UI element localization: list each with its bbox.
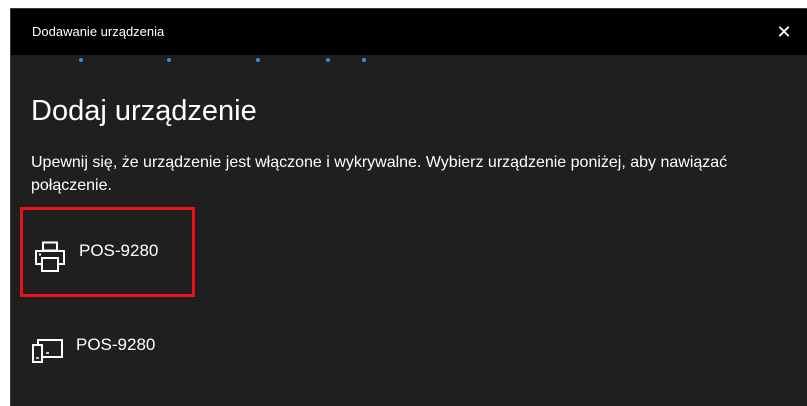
- close-icon: ✕: [776, 22, 792, 42]
- add-device-dialog: Dodawanie urządzenia ✕ Dodaj urządzenie …: [10, 8, 807, 406]
- progress-dot: [167, 58, 171, 62]
- progress-indicator: [11, 55, 807, 67]
- printer-icon: [35, 241, 65, 272]
- screenshot-background: Dodawanie urządzenia ✕ Dodaj urządzenie …: [0, 0, 807, 406]
- progress-dot: [362, 58, 366, 62]
- window-title: Dodawanie urządzenia: [32, 24, 165, 39]
- progress-dot: [79, 58, 83, 62]
- page-title: Dodaj urządzenie: [31, 95, 257, 127]
- progress-dot: [256, 58, 260, 62]
- progress-dot: [326, 58, 330, 62]
- device-item-other[interactable]: POS-9280: [20, 309, 195, 399]
- close-button[interactable]: ✕: [761, 9, 807, 55]
- title-bar: Dodawanie urządzenia ✕: [11, 9, 807, 55]
- instruction-text: Upewnij się, że urządzenie jest włączone…: [31, 154, 728, 194]
- device-icon: [32, 339, 63, 363]
- device-name: POS-9280: [79, 241, 159, 260]
- device-item-printer[interactable]: POS-9280: [20, 207, 195, 297]
- device-name: POS-9280: [76, 335, 156, 354]
